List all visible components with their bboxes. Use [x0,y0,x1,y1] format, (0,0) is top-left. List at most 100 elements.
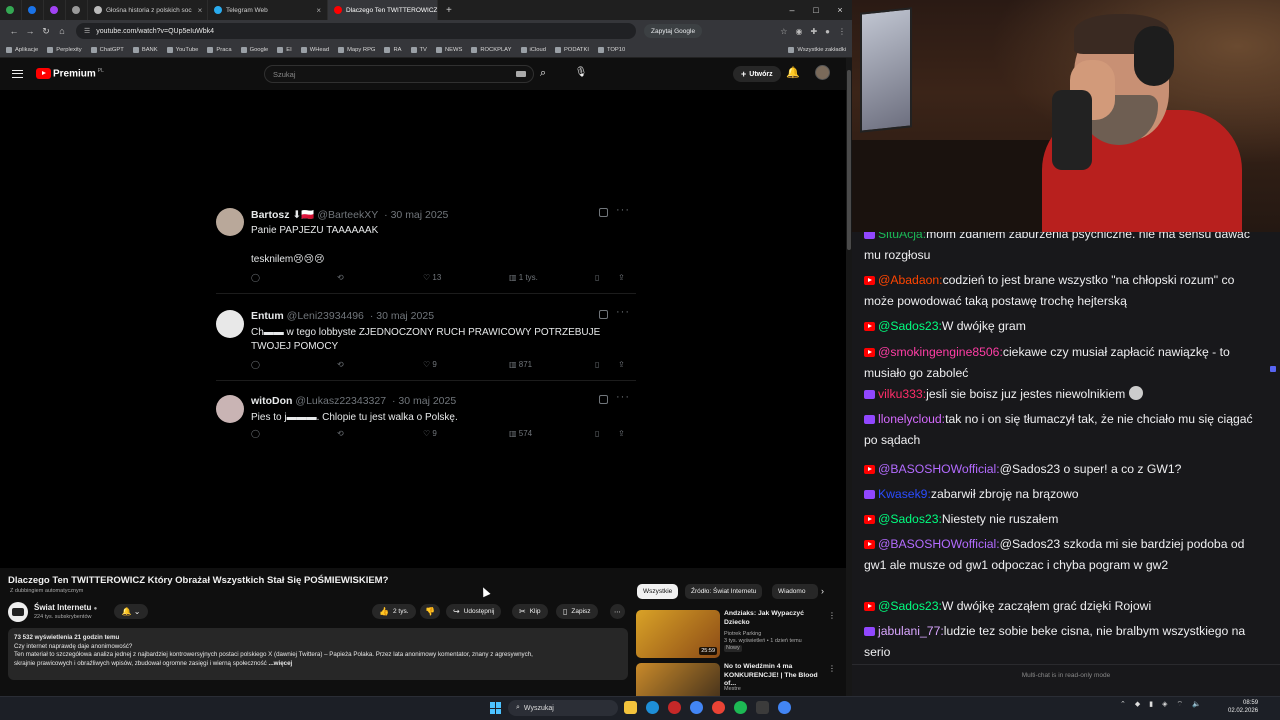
browser-tab[interactable] [22,0,44,20]
back-icon[interactable]: ← [6,26,22,36]
chip-source[interactable]: Źródło: Świat Internetu [685,584,763,599]
related-video[interactable]: No to Wiedźmin 4 ma KONKURENCJE! | The B… [636,663,836,696]
chrome-icon[interactable] [778,701,791,714]
bookmark-item[interactable]: WHead [300,46,329,53]
search-input[interactable]: Szukaj [264,65,534,83]
bookmark-item[interactable]: ROCKPLAY [471,46,512,53]
minimize-icon[interactable]: – [780,0,804,20]
profile-icon[interactable]: ● [825,27,830,36]
chat-username[interactable]: @BASOSHOWofficial: [878,537,1000,551]
site-info-icon[interactable]: ☰ [84,27,90,35]
bookmark-item[interactable]: RA [384,46,402,53]
show-more-link[interactable]: ...więcej [269,660,293,667]
save-button[interactable]: ▯ Zapisz [556,604,598,619]
notifications-bell-icon[interactable]: 🔔 [786,66,800,79]
app-icon[interactable] [668,701,681,714]
close-icon[interactable]: × [828,0,852,20]
channel-avatar[interactable] [8,602,28,622]
related-channel[interactable]: Piotrek Parking [724,631,761,638]
youtube-logo-icon[interactable] [36,68,51,79]
chip-all[interactable]: Wszystkie [637,584,679,599]
download-icon[interactable] [756,701,769,714]
clip-button[interactable]: ✂ Klip [512,604,548,619]
chat-username[interactable]: llonelycloud: [878,412,945,426]
new-tab-icon[interactable]: + [438,5,460,16]
wifi-icon[interactable]: ⌔ [1177,700,1184,709]
chat-username[interactable]: @Sados23: [878,512,942,526]
browser-tab[interactable]: Głośna historia z polskich soc × [88,0,208,20]
tab-close-icon[interactable]: × [310,6,321,15]
windows-start-icon[interactable] [490,702,502,714]
bookmark-item[interactable]: Aplikacje [6,46,38,53]
bookmark-item[interactable]: Praca [207,46,232,53]
more-icon[interactable]: ⋮ [828,664,836,673]
youtube-logo-text[interactable]: Premium PL [53,68,104,79]
video-thumbnail[interactable]: 25:59 [636,610,720,658]
taskbar-search[interactable]: ⌕ Wyszukaj [508,700,618,716]
bookmark-item[interactable]: TV [410,46,427,53]
create-button[interactable]: + Utwórz [733,66,781,82]
bookmark-item[interactable]: iCloud [520,46,546,53]
browser-tab[interactable]: Dlaczego Ten TWITTEROWICZ K× [328,0,438,20]
chevron-right-icon[interactable]: › [821,586,824,596]
chrome-menu-icon[interactable]: ⋮ [838,27,846,36]
bookmark-item[interactable]: NEWS [435,46,462,53]
related-title[interactable]: No to Wiedźmin 4 ma KONKURENCJE! | The B… [724,663,828,689]
all-bookmarks[interactable]: Wszystkie zakładki [788,46,846,53]
video-player[interactable]: Bartosz ⬇🇵🇱 @BarteekXY · 30 maj 2025 ··· Pan… [0,90,846,598]
bookmark-item[interactable]: BANK [132,46,158,53]
browser-tab[interactable] [44,0,66,20]
page-scrollbar-thumb[interactable] [847,70,851,250]
more-actions-button[interactable]: ⋯ [610,604,625,619]
chat-username[interactable]: @BASOSHOWofficial: [878,462,1000,476]
tray-app-icon[interactable]: ▮ [1149,700,1153,709]
chat-username[interactable]: jabulani_77: [878,624,944,638]
chevron-up-icon[interactable]: ⌃ [1120,700,1126,709]
subscription-bell-button[interactable]: 🔔 ⌄ [114,604,148,619]
video-thumbnail[interactable] [636,663,720,696]
bookmark-item[interactable]: Google [240,46,268,53]
share-button[interactable]: ↪ Udostępnij [446,604,502,619]
related-channel[interactable]: Mestre [724,686,741,693]
bookmark-item[interactable]: ChatGPT [90,46,124,53]
keyboard-icon[interactable] [516,71,526,77]
extension-icon[interactable]: ◉ [795,27,802,36]
browser-tab[interactable] [0,0,22,20]
chat-scroll-marker[interactable] [1270,366,1276,372]
url-bar[interactable]: ☰ youtube.com/watch?v=QUp5eIuWbk4 [76,23,636,39]
ask-google-button[interactable]: Zapytaj Google [644,24,703,38]
bookmark-item[interactable]: Perplexity [47,46,82,53]
channel-name[interactable]: Świat Internetu ● [34,603,97,612]
bookmark-item[interactable]: EI [277,46,292,53]
volume-icon[interactable]: 🔈 [1192,700,1201,709]
tray-app-icon[interactable]: ◈ [1162,700,1167,709]
tab-close-icon[interactable]: × [192,6,203,15]
search-icon[interactable]: ⌕ [540,67,546,80]
chip-news[interactable]: Wiadomo [772,584,818,599]
chrome-icon[interactable] [690,701,703,714]
like-button[interactable]: 👍 2 tys. [372,604,416,619]
maximize-icon[interactable]: □ [804,0,828,20]
file-explorer-icon[interactable] [624,701,637,714]
browser-tab[interactable] [66,0,88,20]
chat-username[interactable]: @Sados23: [878,599,942,613]
puzzle-icon[interactable]: ✚ [810,27,817,36]
chat-username[interactable]: @Sados23: [878,319,942,333]
spotify-icon[interactable] [734,701,747,714]
browser-tab[interactable]: Telegram Web × [208,0,328,20]
system-tray[interactable]: ⌃ ◆ ▮ ◈ ⌔ 🔈 [1120,700,1201,709]
bookmark-item[interactable]: Mapy RPG [338,46,375,53]
bookmark-item[interactable]: PODATKI [554,46,589,53]
chat-username[interactable]: @Abadaon: [878,273,943,287]
microphone-icon[interactable]: 🎙 [574,67,588,81]
chat-username[interactable]: @smokingengine8506: [878,345,1003,359]
dislike-button[interactable]: 👎 [420,604,440,619]
user-avatar[interactable] [815,65,830,80]
video-description[interactable]: 73 532 wyświetlenia 21 godzin temu Czy i… [8,628,628,680]
more-icon[interactable]: ⋮ [828,611,836,620]
chrome-profile-icon[interactable] [712,701,725,714]
tray-app-icon[interactable]: ◆ [1135,700,1140,709]
taskbar-clock[interactable]: 08:59 02.02.2026 [1228,700,1258,715]
forward-icon[interactable]: → [22,26,38,36]
bookmark-item[interactable]: TOP10 [597,46,625,53]
